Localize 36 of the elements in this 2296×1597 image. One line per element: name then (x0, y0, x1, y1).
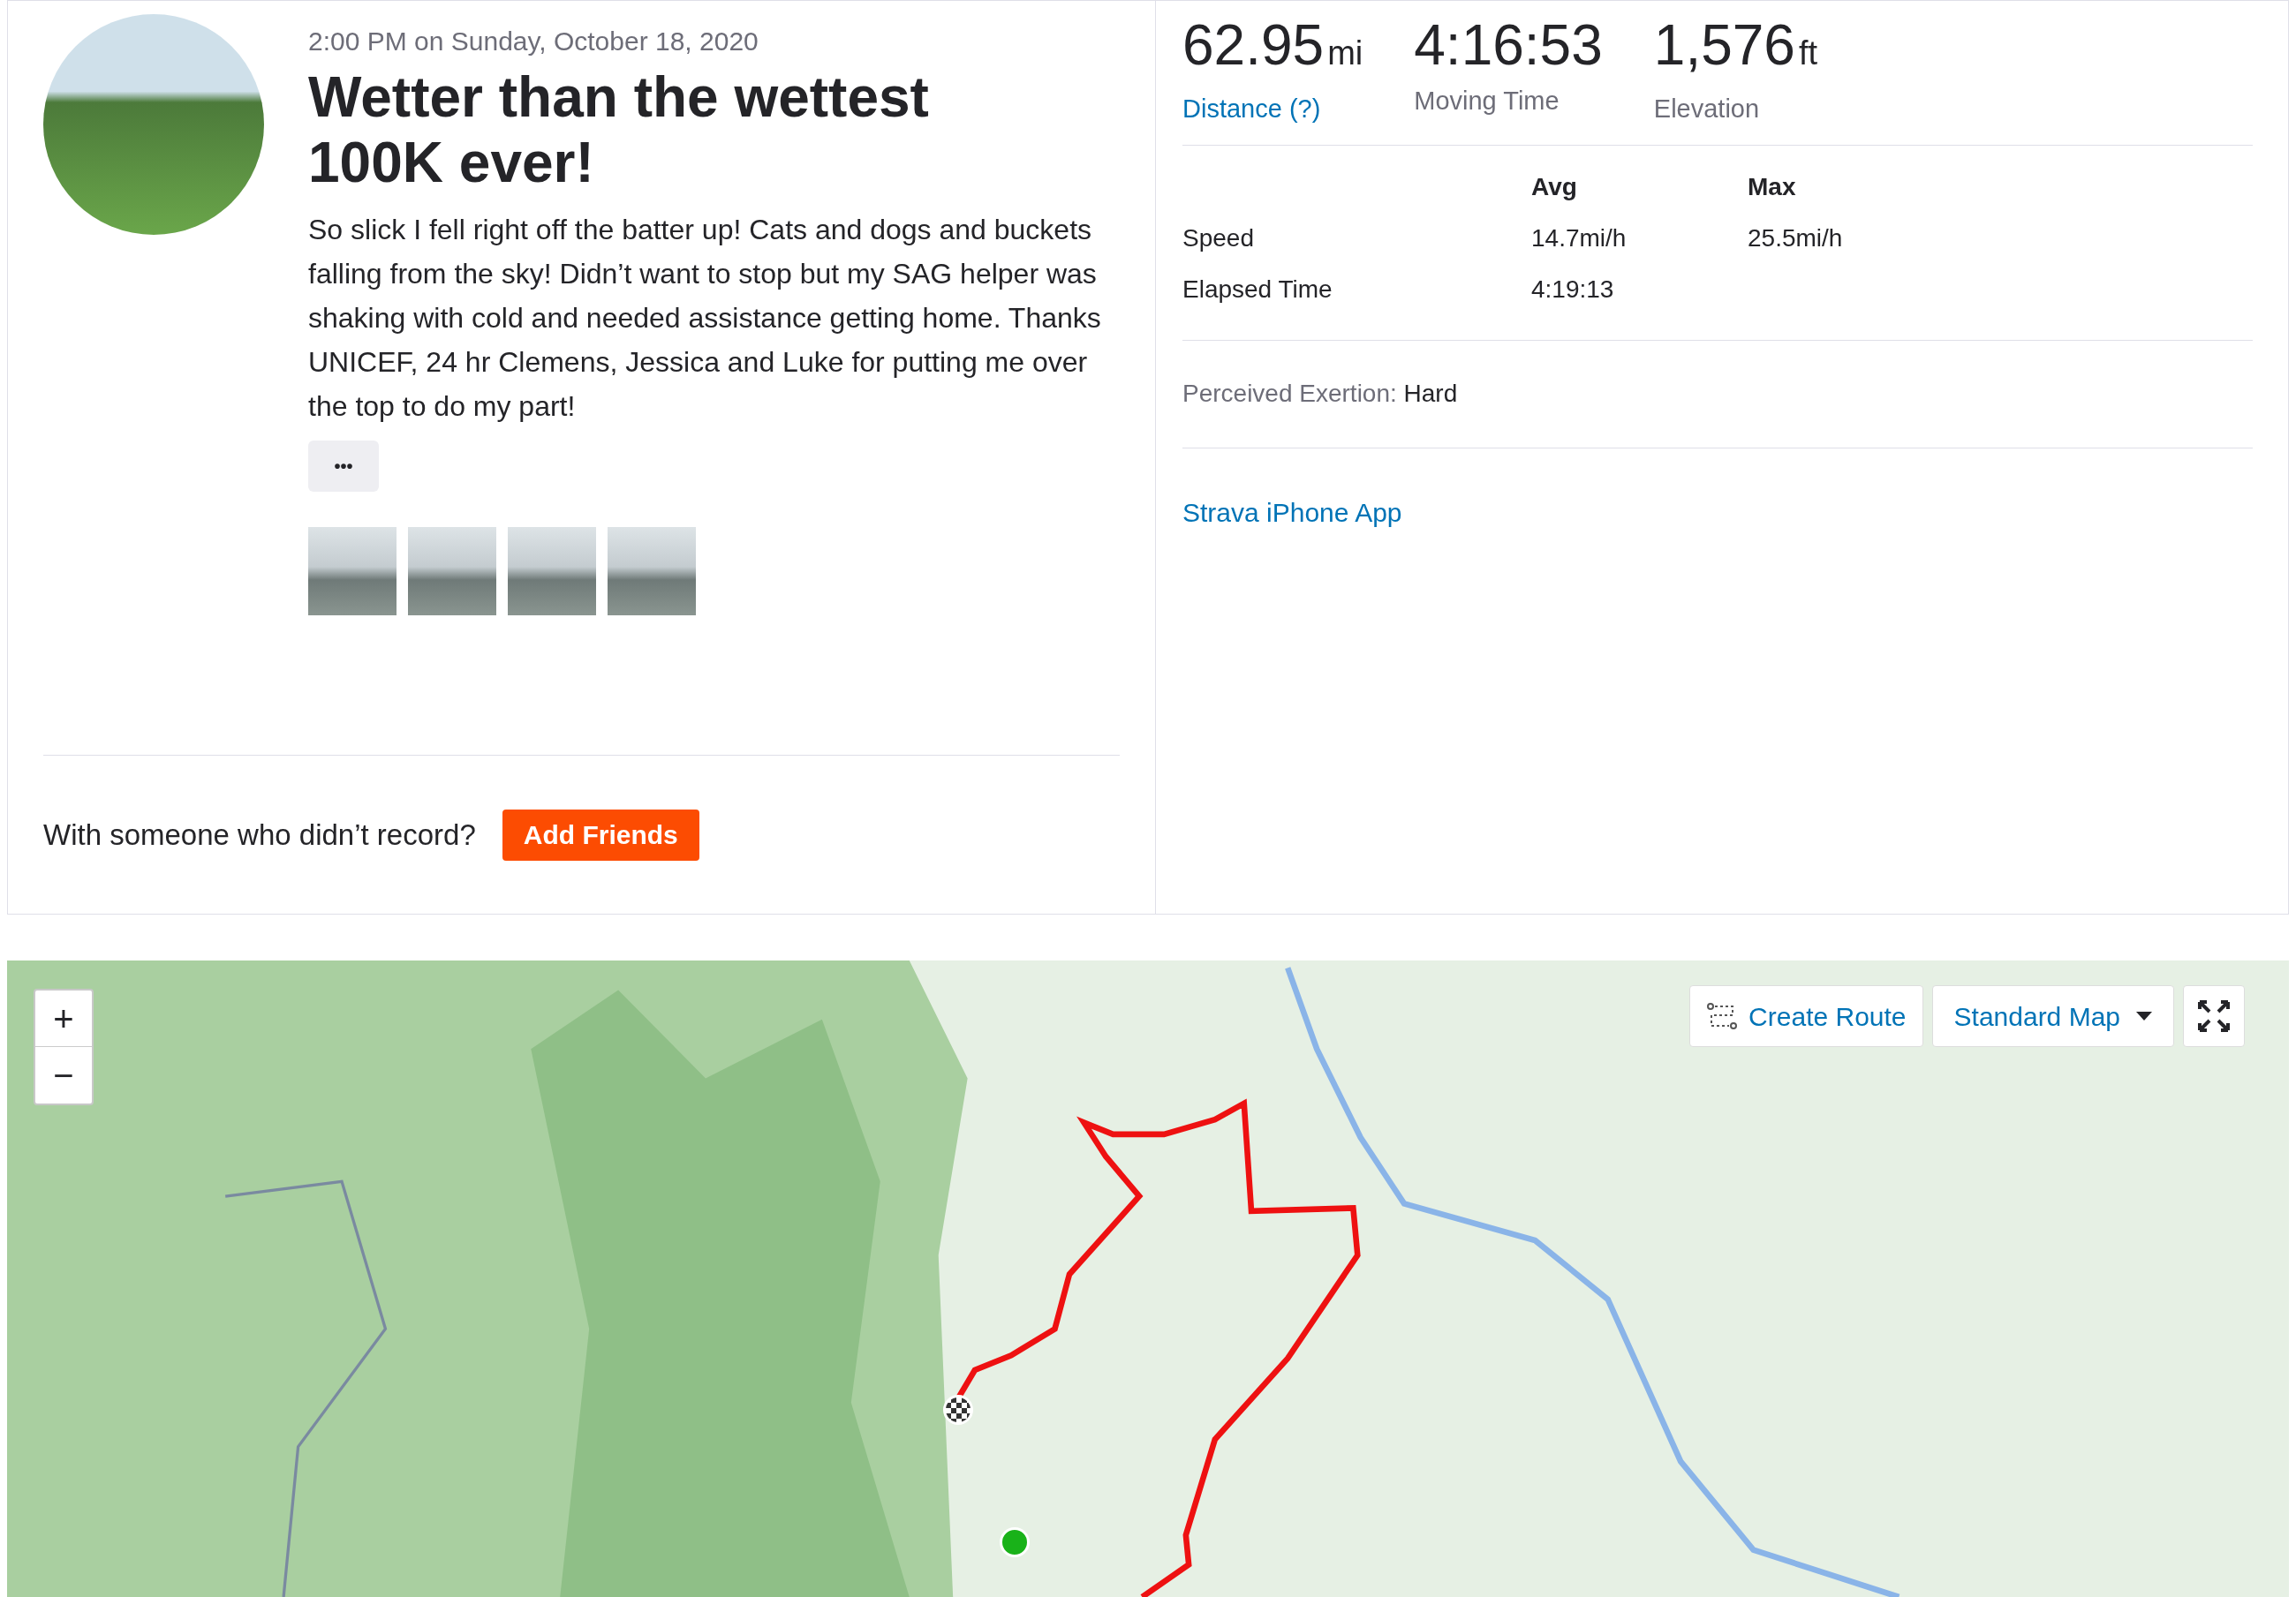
stat-value: 1,576ft (1653, 13, 1818, 79)
row-label: Elapsed Time (1182, 274, 1333, 305)
activity-date: 2:00 PM on Sunday, October 18, 2020 (308, 26, 759, 57)
map[interactable]: + − Create Route Standard Map (7, 960, 2289, 1597)
zoom-out-button[interactable]: − (35, 1047, 92, 1104)
fullscreen-button[interactable] (2183, 985, 2245, 1047)
column-header: Max (1748, 171, 1797, 202)
photo-thumbnail[interactable] (308, 527, 397, 615)
column-header: Avg (1531, 171, 1578, 202)
add-friends-prompt: With someone who didn’t record? (43, 817, 476, 853)
stat-value: 62.95 mi (1182, 13, 1363, 79)
stat-label: Moving Time (1414, 86, 1560, 117)
photo-thumbnail[interactable] (608, 527, 696, 615)
finish-marker-icon (943, 1395, 973, 1425)
map-type-dropdown[interactable]: Standard Map (1931, 985, 2174, 1047)
stat-value: 4:16:53 (1414, 13, 1603, 77)
more-button[interactable]: ••• (308, 441, 379, 492)
add-friends-button[interactable]: Add Friends (502, 809, 699, 861)
table-cell-text: 25.5mi/h (1748, 222, 1844, 253)
table-cell-text: 14.7mi/h (1531, 222, 1628, 253)
activity-title: Wetter than the wettest 100K ever! (308, 64, 930, 195)
stat-label: Elevation (1653, 94, 1761, 124)
device-link[interactable]: Strava iPhone App (1182, 492, 2253, 532)
photo-thumbnail[interactable] (408, 527, 496, 615)
perceived-exertion: Perceived Exertion: Hard (1182, 379, 1458, 409)
route-icon (1706, 1002, 1739, 1030)
stat-label-link[interactable]: Distance (?) (1182, 90, 1363, 129)
zoom-in-button[interactable]: + (35, 991, 92, 1047)
activity-description: So slick I fell right off the batter up! Cats and dogs and buckets falling from the sky! Didn’t want to stop but my SAG helper was shaking with cold and needed assistance getting home. Thanks UNICEF, 24 hr Clemens, Jessica and Luke for putting me over the top to do my part! (308, 213, 1102, 424)
table-cell-text: 4:19:13 (1531, 274, 1615, 305)
create-route-button[interactable]: Create Route (1689, 985, 1923, 1047)
fullscreen-icon (2198, 1000, 2230, 1032)
photo-thumbnail[interactable] (508, 527, 596, 615)
row-label: Speed (1182, 222, 1255, 253)
start-marker-icon (1000, 1527, 1030, 1557)
caret-icon (2136, 1012, 2152, 1021)
